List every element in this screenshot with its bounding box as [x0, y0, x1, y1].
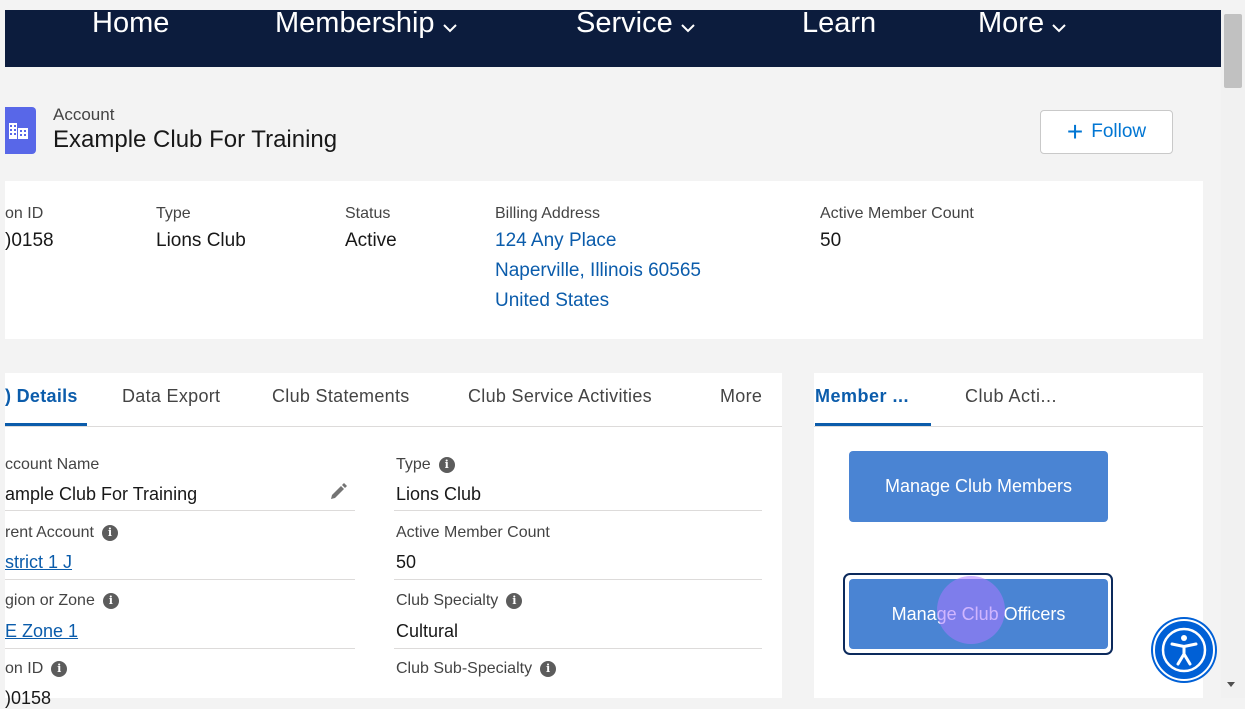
- parent-account-label-text: rent Account: [5, 524, 94, 541]
- page-scrollbar[interactable]: [1221, 10, 1245, 698]
- account-building-icon: [5, 107, 36, 154]
- tab-club-activities[interactable]: Club Acti...: [965, 386, 1057, 407]
- tab-divider: [5, 426, 782, 427]
- field-value-type: Lions Club: [396, 484, 482, 504]
- highlight-value-member-count: 50: [820, 230, 842, 251]
- nav-learn-label: Learn: [802, 7, 877, 39]
- field-divider: [5, 579, 355, 580]
- field-divider: [394, 510, 762, 511]
- tab-data-export[interactable]: Data Export: [122, 386, 220, 407]
- highlight-label-id: on ID: [5, 205, 44, 222]
- nav-service-label: Service: [576, 7, 673, 39]
- field-label-active-member-count: Active Member Count: [396, 524, 550, 541]
- tab-details[interactable]: ) Details: [5, 386, 78, 407]
- click-indicator: [937, 576, 1005, 644]
- accessibility-icon: [1161, 627, 1207, 673]
- parent-account-link[interactable]: strict 1 J: [5, 552, 72, 573]
- field-label-parent-account: rent Account i: [5, 524, 118, 542]
- region-zone-label-text: gion or Zone: [5, 592, 95, 609]
- billing-address-line-1[interactable]: 124 Any Place: [495, 230, 616, 252]
- nav-more-label: More: [978, 7, 1045, 39]
- field-divider: [394, 579, 762, 580]
- info-icon[interactable]: i: [51, 661, 68, 677]
- tab-member[interactable]: Member ...: [815, 386, 909, 407]
- info-icon[interactable]: i: [540, 661, 557, 677]
- accessibility-button[interactable]: [1153, 619, 1215, 681]
- club-sub-specialty-label-text: Club Sub-Specialty: [396, 660, 533, 677]
- tab-details-label: Details: [16, 386, 78, 406]
- info-icon[interactable]: i: [101, 525, 118, 541]
- chevron-down-icon: [442, 1, 457, 47]
- field-value-account-name: ample Club For Training: [5, 484, 198, 504]
- field-divider: [5, 510, 355, 511]
- follow-button-label: Follow: [1091, 121, 1147, 142]
- field-label-type: Type i: [396, 456, 455, 474]
- tab-details-prefix: ): [5, 386, 12, 406]
- nav-service[interactable]: Service: [576, 0, 695, 57]
- highlight-label-billing-address: Billing Address: [495, 205, 600, 222]
- side-tab-divider: [814, 426, 1203, 427]
- scroll-down-arrow-icon[interactable]: [1227, 682, 1235, 687]
- type-label-text: Type: [396, 456, 431, 473]
- field-label-account-name: ccount Name: [5, 456, 100, 473]
- scrollbar-thumb[interactable]: [1224, 14, 1242, 88]
- highlight-label-status: Status: [345, 205, 391, 222]
- field-divider: [5, 648, 355, 649]
- highlight-label-member-count: Active Member Count: [820, 205, 974, 222]
- nav-home[interactable]: Home: [92, 0, 169, 57]
- highlight-value-type: Lions Club: [156, 230, 246, 251]
- nav-learn[interactable]: Learn: [802, 0, 876, 57]
- billing-address-line-2[interactable]: Naperville, Illinois 60565: [495, 260, 701, 282]
- highlight-value-status: Active: [345, 230, 397, 251]
- tab-more[interactable]: More: [720, 386, 762, 407]
- field-value-club-specialty: Cultural: [396, 621, 459, 641]
- field-value-id: )0158: [5, 688, 52, 708]
- chevron-down-icon: [1052, 1, 1066, 47]
- tab-club-statements[interactable]: Club Statements: [272, 386, 410, 407]
- field-divider: [394, 648, 762, 649]
- id-label-text: on ID: [5, 660, 44, 677]
- object-type-label: Account: [53, 105, 115, 124]
- follow-button[interactable]: + Follow: [1040, 110, 1173, 154]
- info-icon[interactable]: i: [438, 457, 455, 473]
- pencil-edit-icon[interactable]: [328, 482, 348, 502]
- info-icon[interactable]: i: [102, 593, 119, 609]
- details-card: [5, 373, 782, 698]
- club-specialty-label-text: Club Specialty: [396, 592, 499, 609]
- highlight-label-type: Type: [156, 205, 191, 222]
- manage-club-members-button[interactable]: Manage Club Members: [849, 451, 1108, 522]
- nav-membership-label: Membership: [275, 7, 435, 39]
- info-icon[interactable]: i: [506, 593, 523, 609]
- field-value-active-member-count: 50: [396, 552, 417, 572]
- field-label-club-sub-specialty: Club Sub-Specialty i: [396, 660, 557, 678]
- field-label-id: on ID i: [5, 660, 68, 678]
- tab-club-service-activities[interactable]: Club Service Activities: [468, 386, 652, 407]
- region-zone-link[interactable]: E Zone 1: [5, 621, 78, 642]
- highlight-value-id: )0158: [5, 230, 54, 251]
- billing-address-line-3[interactable]: United States: [495, 290, 609, 312]
- page-title: Example Club For Training: [53, 126, 338, 153]
- chevron-down-icon: [680, 1, 695, 47]
- field-label-club-specialty: Club Specialty i: [396, 592, 523, 610]
- field-label-region-zone: gion or Zone i: [5, 592, 119, 610]
- nav-membership[interactable]: Membership: [275, 0, 457, 57]
- nav-more[interactable]: More: [978, 0, 1066, 57]
- plus-icon: +: [1066, 116, 1084, 147]
- nav-home-label: Home: [92, 7, 170, 39]
